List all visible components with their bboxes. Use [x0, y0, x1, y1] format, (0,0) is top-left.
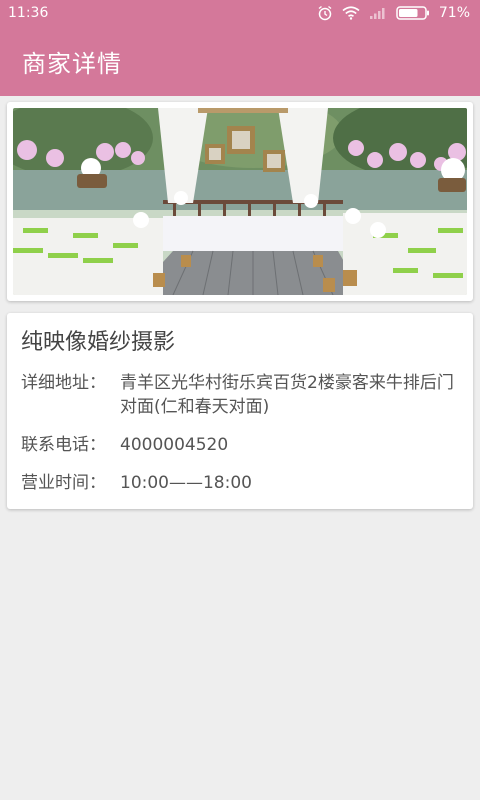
- merchant-name: 纯映像婚纱摄影: [21, 330, 176, 355]
- status-icons: 71%: [317, 5, 470, 21]
- status-time: 11:36: [8, 5, 49, 21]
- merchant-info-card: 纯映像婚纱摄影 详细地址： 青羊区光华村街乐宾百货2楼豪客来牛排后门对面(仁和春…: [7, 313, 473, 509]
- status-bar: 11:36 71%: [0, 0, 480, 26]
- address-row: 详细地址： 青羊区光华村街乐宾百货2楼豪客来牛排后门对面(仁和春天对面): [21, 371, 465, 419]
- hours-label: 营业时间：: [21, 473, 106, 493]
- hours-value: 10:00——18:00: [120, 473, 252, 493]
- signal-icon: [369, 6, 387, 20]
- phone-row[interactable]: 联系电话： 4000004520: [21, 433, 465, 457]
- battery-icon: [396, 6, 430, 20]
- page-title: 商家详情: [22, 49, 122, 78]
- phone-label: 联系电话：: [21, 435, 106, 455]
- alarm-icon: [317, 5, 333, 21]
- photo-card: [7, 102, 473, 301]
- phone-value[interactable]: 4000004520: [120, 433, 465, 457]
- address-label: 详细地址：: [21, 373, 106, 393]
- app-bar: 商家详情: [0, 26, 480, 96]
- address-value: 青羊区光华村街乐宾百货2楼豪客来牛排后门对面(仁和春天对面): [120, 373, 454, 417]
- hours-row: 营业时间： 10:00——18:00: [21, 471, 465, 495]
- battery-percent: 71%: [438, 5, 470, 21]
- wifi-icon: [342, 6, 360, 20]
- wedding-venue-photo: [13, 108, 467, 295]
